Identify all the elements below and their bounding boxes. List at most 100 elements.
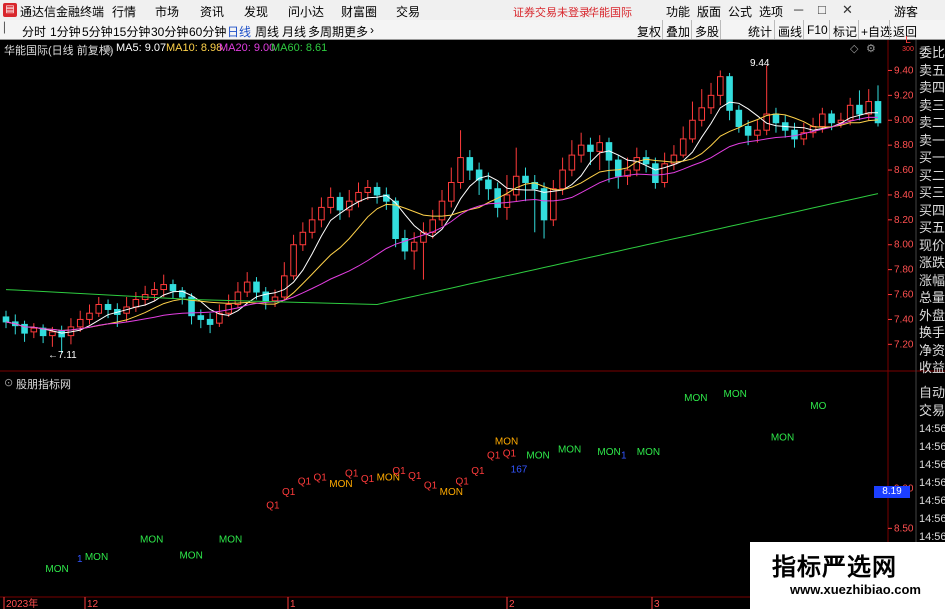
- guest-user[interactable]: 游客: [894, 3, 918, 20]
- y-tick-label: 8.80: [894, 140, 914, 151]
- low-marker-value: 7.11: [58, 350, 77, 361]
- indicator-name[interactable]: 股朋指标网: [16, 376, 71, 392]
- candle-body: [819, 113, 826, 127]
- menu-caifuquan[interactable]: 财富圈: [341, 3, 377, 20]
- separator: [691, 20, 692, 39]
- btn-diejia[interactable]: 叠加: [666, 23, 690, 40]
- btn-tongji[interactable]: 统计: [748, 23, 772, 40]
- indicator-label: 1: [77, 554, 83, 565]
- indicator-label: Q1: [424, 481, 438, 492]
- candle-body: [865, 101, 873, 115]
- side-label: 卖二: [919, 115, 945, 130]
- candle-body: [577, 144, 585, 156]
- indicator-label: Q1: [282, 487, 296, 498]
- minimize-icon[interactable]: ─: [794, 2, 803, 17]
- y-tick-label: 7.20: [894, 339, 914, 350]
- btn-add-watchlist[interactable]: +自选: [861, 23, 892, 40]
- period-weekly[interactable]: 周线: [255, 23, 279, 40]
- indicator-label: Q1: [455, 477, 469, 488]
- candle-body: [633, 157, 641, 171]
- tool-gongneng[interactable]: 功能: [666, 3, 690, 20]
- kline-chart[interactable]: 9.40 9.20 9.00 8.80 8.60 8.40 8.20 8.00 7.80 7.60…: [0, 40, 945, 609]
- period-30min[interactable]: 30分钟: [151, 23, 188, 40]
- tool-banmian[interactable]: 版面: [697, 3, 721, 20]
- candle-body: [679, 138, 687, 156]
- btn-biaoji[interactable]: 标记: [833, 23, 857, 40]
- side-label: 买三: [919, 185, 945, 200]
- candle-body: [206, 318, 214, 325]
- indicator-dropdown-icon[interactable]: ⊙: [4, 376, 13, 389]
- trade-login-warning[interactable]: 证券交易未登录: [513, 4, 590, 20]
- corner-letter: L: [905, 35, 911, 46]
- candle-body: [373, 186, 381, 196]
- menu-shichang[interactable]: 市场: [155, 3, 179, 20]
- app-logo-icon: ▤: [3, 3, 17, 17]
- price-axis: 9.40 9.20 9.00 8.80 8.60 8.40 8.20 8.00 7.80 7.60…: [3, 65, 914, 609]
- period-fenshi[interactable]: 分时: [22, 23, 46, 40]
- x-tick-label: 3: [654, 599, 660, 609]
- indicator-label: MON: [597, 447, 620, 458]
- indicator-label: MON: [179, 551, 202, 562]
- collapse-icon[interactable]: ▏: [4, 23, 12, 34]
- btn-fuquan[interactable]: 复权: [637, 23, 661, 40]
- chart-grid: [0, 40, 945, 609]
- menu-wenxiaoda[interactable]: 问小达: [288, 3, 324, 20]
- separator: [829, 20, 830, 39]
- stock-name-title: 华能国际: [588, 7, 632, 19]
- settings-icon[interactable]: ⚙: [866, 42, 876, 55]
- btn-f10[interactable]: F10: [807, 23, 828, 37]
- separator: [858, 20, 859, 39]
- indicator-label: Q1: [314, 473, 328, 484]
- menu-zixun[interactable]: 资讯: [200, 3, 224, 20]
- candle-body: [86, 312, 93, 320]
- menu-jiaoyi[interactable]: 交易: [396, 3, 420, 20]
- x-tick-label: 2: [509, 599, 515, 609]
- side-label: 涨幅: [919, 272, 945, 288]
- auto-label[interactable]: 自动: [919, 384, 945, 402]
- period-daily[interactable]: 日线: [227, 23, 251, 40]
- period-60min[interactable]: 60分钟: [189, 23, 226, 40]
- time-entry: 14:56: [919, 441, 945, 453]
- y-tick-label: 7.80: [894, 265, 914, 276]
- candle-body: [253, 281, 260, 293]
- candle-body: [466, 157, 474, 171]
- side-label: 换手: [919, 325, 945, 340]
- side-label: 涨跌: [919, 255, 945, 270]
- period-1min[interactable]: 1分钟: [50, 23, 81, 40]
- menu-hangqing[interactable]: 行情: [112, 3, 136, 20]
- candle-body: [689, 119, 696, 140]
- stock-label: 华能国际(日线 前复权): [4, 45, 114, 57]
- tool-gongshi[interactable]: 公式: [728, 3, 752, 20]
- watermark-logo: 指标严选网 www.xuezhibiao.com: [750, 542, 945, 609]
- high-marker-value: 9.44: [750, 58, 770, 69]
- period-monthly[interactable]: 月线: [282, 23, 306, 40]
- indicator-label: Q1: [298, 477, 312, 488]
- side-label: 买五: [919, 220, 945, 235]
- period-multi[interactable]: 多周期: [308, 23, 344, 40]
- close-icon[interactable]: ✕: [842, 2, 853, 18]
- indicator-label: MON: [724, 389, 747, 400]
- side-label: 总量: [919, 290, 945, 305]
- candle-body: [550, 188, 557, 221]
- indicator-label: MON: [526, 450, 549, 461]
- btn-duogu[interactable]: 多股: [695, 23, 719, 40]
- btn-huaxian[interactable]: 画线: [778, 23, 802, 40]
- menu-faxian[interactable]: 发现: [244, 3, 268, 20]
- indicator-label: 167: [511, 465, 528, 476]
- chart-corner-mark: L 300: [900, 36, 916, 56]
- indicator-y-tick-label: 8.50: [894, 523, 914, 534]
- chevron-right-icon[interactable]: ›: [370, 23, 374, 37]
- candle-body: [2, 316, 10, 323]
- auto-trade-panel[interactable]: 自动 交易: [919, 384, 945, 419]
- diamond-icon[interactable]: ◇: [850, 42, 858, 55]
- x-tick-label: 1: [290, 599, 296, 609]
- period-15min[interactable]: 15分钟: [113, 23, 150, 40]
- period-more[interactable]: 更多: [344, 23, 368, 40]
- y-tick-label: 9.20: [894, 90, 914, 101]
- trade-label[interactable]: 交易: [919, 402, 945, 420]
- tool-xuanxiang[interactable]: 选项: [759, 3, 783, 20]
- candle-body: [791, 129, 798, 140]
- period-5min[interactable]: 5分钟: [82, 23, 113, 40]
- y-tick-label: 8.40: [894, 190, 914, 201]
- maximize-icon[interactable]: □: [818, 2, 826, 17]
